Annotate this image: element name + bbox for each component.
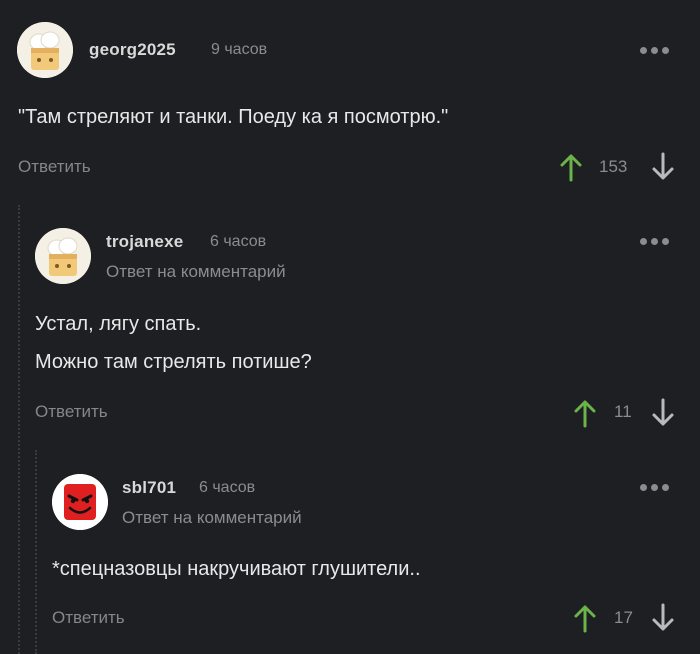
comment-text-line: Устал, лягу спать. [35,313,202,335]
chef-avatar-icon[interactable] [35,228,91,284]
timestamp: 9 часов [211,41,268,58]
downvote-arrow-icon[interactable] [651,152,675,182]
thread-line-level-2 [35,450,37,654]
more-options-icon[interactable] [640,238,669,245]
reply-to-link[interactable]: Ответ на комментарий [106,262,286,282]
upvote-arrow-icon[interactable] [573,398,597,428]
comment-text-line: Можно там стрелять потише? [35,351,312,373]
username[interactable]: sbl701 [122,478,176,498]
reply-button[interactable]: Ответить [52,608,125,628]
reply-to-link[interactable]: Ответ на комментарий [122,508,302,528]
more-options-icon[interactable] [640,47,669,54]
comment-text-line: "Там стреляют и танки. Поеду ка я посмот… [18,106,449,128]
timestamp: 6 часов [210,233,267,250]
devil-smiley-avatar-icon[interactable] [52,474,108,530]
timestamp: 6 часов [199,479,256,496]
reply-button[interactable]: Ответить [35,402,108,422]
score-count: 11 [614,402,632,421]
comment-text-line: *спецназовцы накручивают глушители.. [52,558,421,580]
more-options-icon[interactable] [640,484,669,491]
score-count: 153 [599,157,628,176]
upvote-arrow-icon[interactable] [559,152,583,182]
downvote-arrow-icon[interactable] [651,603,675,633]
upvote-arrow-icon[interactable] [573,603,597,633]
thread-line-level-1 [18,205,20,654]
score-count: 17 [614,608,633,627]
username[interactable]: trojanexe [106,232,183,252]
username[interactable]: georg2025 [89,40,176,60]
downvote-arrow-icon[interactable] [651,398,675,428]
reply-button[interactable]: Ответить [18,157,91,177]
chef-avatar-icon[interactable] [17,22,73,78]
